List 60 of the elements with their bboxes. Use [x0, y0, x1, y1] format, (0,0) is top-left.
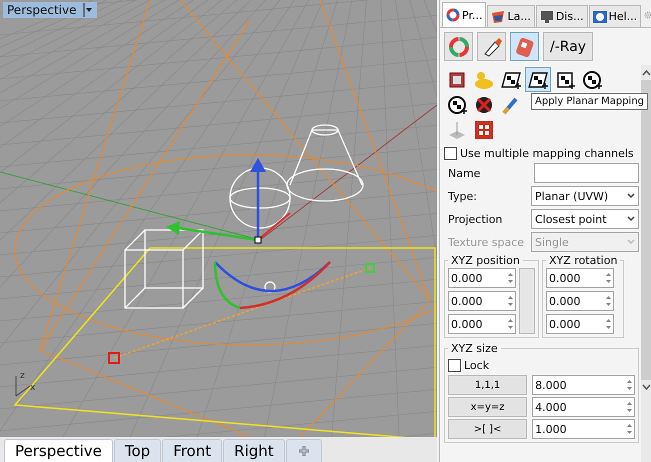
dropdown[interactable]: Planar (UVW) [531, 186, 639, 206]
help-icon [592, 10, 607, 24]
number-spinner[interactable]: 0.000 [546, 291, 614, 311]
panel-tab[interactable]: Dis... [536, 5, 588, 27]
checkbox[interactable] [448, 359, 461, 372]
axis-label: z [20, 371, 25, 381]
caret-icon[interactable] [82, 3, 92, 17]
layers-icon [491, 10, 506, 24]
checkbox[interactable] [444, 147, 457, 160]
size-button[interactable]: >[ ]< [448, 419, 528, 439]
add-tab-button[interactable] [286, 439, 322, 462]
number-spinner[interactable]: 0.000 [546, 268, 614, 288]
renderer-button[interactable]: /-Ray [543, 32, 594, 61]
chevron-icon [627, 216, 635, 222]
group-title: XYZ size [450, 342, 499, 355]
field-label: Texture space [448, 236, 524, 248]
name-field[interactable] [534, 163, 639, 183]
viewport-tab[interactable]: Front [162, 439, 222, 462]
number-spinner[interactable]: 4.000 [532, 397, 635, 417]
number-spinner[interactable]: 0.000 [448, 291, 516, 311]
monitor-icon [540, 10, 554, 24]
field-label: Name [448, 166, 480, 180]
scroll-down-icon[interactable] [641, 383, 651, 391]
number-spinner[interactable]: 8.000 [532, 375, 635, 395]
viewport-tab[interactable]: Perspective [4, 439, 113, 462]
checker-sphere-icon [446, 94, 468, 116]
color-wheel-icon [448, 36, 470, 58]
field-label: Projection [448, 212, 502, 226]
scroll-up-icon[interactable] [641, 69, 651, 77]
chevron-icon [627, 239, 635, 245]
group-title: XYZ position [450, 254, 521, 267]
viewport-tab[interactable]: Right [223, 439, 285, 462]
axis-label: x [30, 383, 36, 393]
scroll-thumb[interactable] [641, 80, 651, 380]
plus-icon [298, 446, 309, 456]
tooltip: Apply Planar Mapping [531, 93, 648, 110]
number-spinner[interactable]: 0.000 [448, 268, 516, 288]
decal-icon [514, 36, 536, 58]
checker-sphere-icon [581, 68, 603, 90]
field-label: Type: [448, 190, 477, 202]
dropdown[interactable]: Closest point [531, 209, 639, 229]
group-title: XYZ rotation [548, 254, 618, 267]
size-button[interactable]: 1,1,1 [448, 375, 528, 395]
chevron-icon [627, 193, 635, 199]
panel-tab[interactable]: Pr... [442, 2, 486, 27]
number-spinner[interactable]: 1.000 [532, 419, 635, 439]
size-button[interactable]: x=y=z [448, 397, 528, 417]
panel-tab[interactable]: Hel... [588, 5, 642, 27]
mapping-tool-button[interactable] [525, 67, 551, 92]
number-spinner[interactable]: 0.000 [448, 314, 516, 334]
panel-tab[interactable]: La... [487, 5, 535, 27]
scrollbar[interactable] [641, 65, 651, 462]
viewport-tab[interactable]: Top [114, 439, 162, 462]
checker-grid-icon [473, 118, 495, 140]
checkbox-label[interactable]: Use multiple mapping channels [444, 147, 639, 160]
viewport-title[interactable]: Perspective [3, 2, 96, 18]
color-wheel-icon [446, 8, 460, 22]
toolbar-button[interactable] [477, 32, 506, 61]
checkbox-label[interactable]: Lock [448, 359, 635, 372]
number-spinner[interactable]: 0.000 [546, 314, 614, 334]
